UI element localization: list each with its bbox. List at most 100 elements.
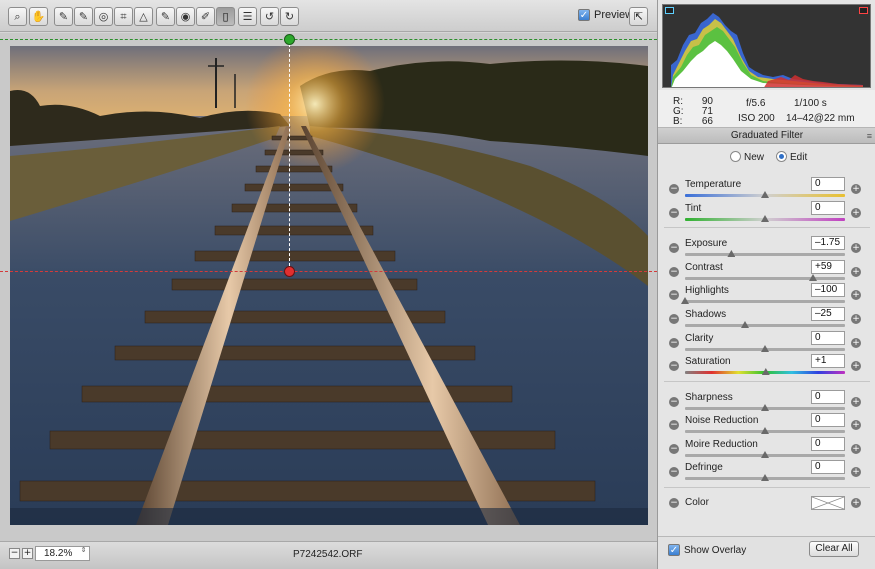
minus-icon[interactable]: − xyxy=(669,267,679,277)
fullscreen-button[interactable]: ⇱ xyxy=(629,7,648,26)
minus-icon[interactable]: − xyxy=(669,338,679,348)
status-bar: − + 18.2% ⇕ P7242542.ORF xyxy=(0,541,657,569)
minus-icon[interactable]: − xyxy=(669,208,679,218)
slider-label: Noise Reduction xyxy=(685,415,759,426)
photo-preview[interactable] xyxy=(10,46,648,525)
slider-defringe: − Defringe 0 + xyxy=(658,460,875,486)
slider-value-field[interactable]: +59 xyxy=(811,260,845,274)
slider-label: Sharpness xyxy=(685,392,733,403)
plus-icon[interactable]: + xyxy=(851,243,861,253)
iso-value: ISO 200 xyxy=(738,113,775,124)
histogram xyxy=(662,4,871,88)
plus-icon[interactable]: + xyxy=(851,397,861,407)
preview-toggle[interactable]: ✓ Preview xyxy=(578,9,633,21)
plus-icon[interactable]: + xyxy=(851,267,861,277)
zoom-in-button[interactable]: + xyxy=(22,548,33,559)
minus-icon[interactable]: − xyxy=(669,184,679,194)
show-overlay-toggle[interactable]: ✓ Show Overlay xyxy=(668,544,746,556)
plus-icon[interactable]: + xyxy=(851,290,861,300)
dropdown-arrows-icon: ⇕ xyxy=(80,547,87,554)
adjustment-brush-tool[interactable]: ✐ xyxy=(196,7,215,26)
zoom-level-select[interactable]: 18.2% ⇕ xyxy=(35,546,90,561)
graduated-filter-end-line[interactable] xyxy=(0,271,657,272)
mode-edit-radio[interactable]: Edit xyxy=(776,151,807,163)
minus-icon[interactable]: − xyxy=(669,420,679,430)
slider-track[interactable] xyxy=(685,324,845,327)
slider-value-field[interactable]: –100 xyxy=(811,283,845,297)
show-overlay-checkbox[interactable]: ✓ xyxy=(668,544,680,556)
minus-icon[interactable]: − xyxy=(669,467,679,477)
slider-value-field[interactable]: 0 xyxy=(811,177,845,191)
minus-icon[interactable]: − xyxy=(669,397,679,407)
slider-value-field[interactable]: +1 xyxy=(811,354,845,368)
slider-value-field[interactable]: 0 xyxy=(811,437,845,451)
shadow-clipping-toggle[interactable] xyxy=(665,7,674,14)
color-label: Color xyxy=(685,497,709,508)
slider-track[interactable] xyxy=(685,253,845,256)
slider-highlights: − Highlights –100 + xyxy=(658,283,875,309)
image-canvas[interactable] xyxy=(0,33,657,541)
slider-value-field[interactable]: 0 xyxy=(811,460,845,474)
minus-icon[interactable]: − xyxy=(669,314,679,324)
minus-icon[interactable]: − xyxy=(669,290,679,300)
rotate-left-tool[interactable]: ↺ xyxy=(260,7,279,26)
color-swatch[interactable] xyxy=(811,496,845,510)
minus-icon[interactable]: − xyxy=(669,243,679,253)
slider-saturation: − Saturation +1 + xyxy=(658,354,875,380)
panel-menu-icon[interactable]: ≡ xyxy=(867,128,872,144)
zoom-out-button[interactable]: − xyxy=(9,548,20,559)
mode-new-radio[interactable]: New xyxy=(730,151,764,163)
white-balance-tool[interactable]: ✎ xyxy=(54,7,73,26)
slider-label: Exposure xyxy=(685,238,728,249)
graduated-filter-start-line[interactable] xyxy=(0,39,657,40)
plus-icon[interactable]: + xyxy=(851,467,861,477)
straighten-tool[interactable]: △ xyxy=(134,7,153,26)
zoom-tool[interactable]: ⌕ xyxy=(8,7,27,26)
plus-icon[interactable]: + xyxy=(851,361,861,371)
slider-temperature: − Temperature 0 + xyxy=(658,177,875,203)
filter-end-pin[interactable] xyxy=(284,266,295,277)
graduated-filter-axis-line[interactable] xyxy=(289,39,290,271)
slider-value-field[interactable]: 0 xyxy=(811,390,845,404)
minus-icon[interactable]: − xyxy=(669,444,679,454)
crop-tool[interactable]: ⌗ xyxy=(114,7,133,26)
hand-tool[interactable]: ✋ xyxy=(29,7,48,26)
slider-label: Contrast xyxy=(685,262,723,273)
highlight-clipping-toggle[interactable] xyxy=(859,7,868,14)
plus-icon[interactable]: + xyxy=(851,338,861,348)
file-name: P7242542.ORF xyxy=(293,549,363,560)
slider-value-field[interactable]: 0 xyxy=(811,331,845,345)
slider-label: Highlights xyxy=(685,285,729,296)
spot-removal-tool[interactable]: ✎ xyxy=(156,7,175,26)
preview-checkbox[interactable]: ✓ xyxy=(578,9,590,21)
color-plus-icon[interactable]: + xyxy=(851,498,861,508)
slider-label: Saturation xyxy=(685,356,731,367)
slider-value-field[interactable]: –1.75 xyxy=(811,236,845,250)
plus-icon[interactable]: + xyxy=(851,184,861,194)
show-overlay-label: Show Overlay xyxy=(684,544,747,556)
slider-value-field[interactable]: 0 xyxy=(811,413,845,427)
plus-icon[interactable]: + xyxy=(851,314,861,324)
minus-icon[interactable]: − xyxy=(669,361,679,371)
slider-value-field[interactable]: –25 xyxy=(811,307,845,321)
preferences-tool[interactable]: ☰ xyxy=(238,7,257,26)
slider-value-field[interactable]: 0 xyxy=(811,201,845,215)
slider-track[interactable] xyxy=(685,300,845,303)
plus-icon[interactable]: + xyxy=(851,208,861,218)
graduated-filter-tool[interactable]: ▯ xyxy=(216,7,235,26)
filter-start-pin[interactable] xyxy=(284,34,295,45)
clear-all-button[interactable]: Clear All xyxy=(809,541,859,557)
slider-track[interactable] xyxy=(685,277,845,280)
plus-icon[interactable]: + xyxy=(851,444,861,454)
slider-label: Defringe xyxy=(685,462,723,473)
slider-label: Shadows xyxy=(685,309,727,320)
targeted-adjustment-tool[interactable]: ◎ xyxy=(94,7,113,26)
slider-label: Clarity xyxy=(685,333,714,344)
rotate-right-tool[interactable]: ↻ xyxy=(280,7,299,26)
plus-icon[interactable]: + xyxy=(851,420,861,430)
aperture-value: f/5.6 xyxy=(746,98,766,109)
red-eye-tool[interactable]: ◉ xyxy=(176,7,195,26)
color-sampler-tool[interactable]: ✎ xyxy=(74,7,93,26)
toolbar: ⌕ ✋ ✎ ✎ ◎ ⌗ △ ✎ ◉ ✐ ▯ ☰ ↺ ↻ ✓ Preview ⇱ xyxy=(0,0,657,32)
color-minus-icon[interactable]: − xyxy=(669,498,679,508)
